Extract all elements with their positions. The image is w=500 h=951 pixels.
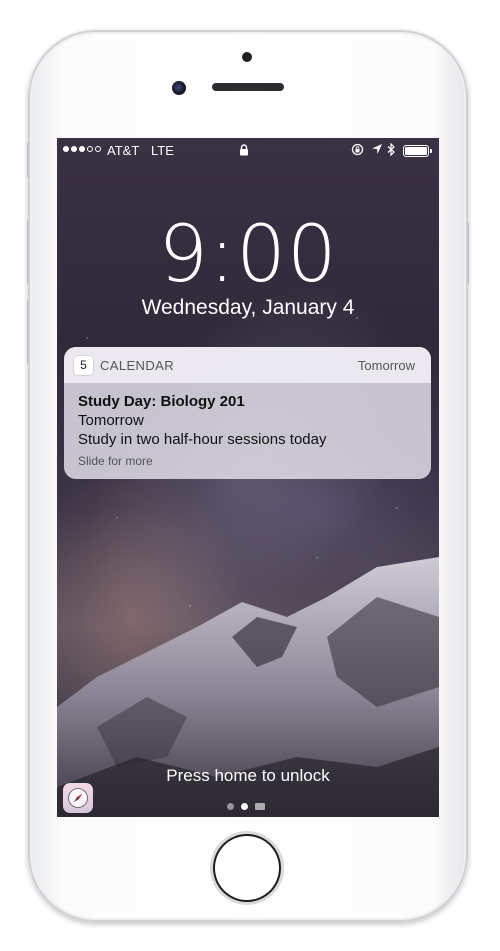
lock-screen: AT&T LTE 9:00 Wednesday, January 4 5 CAL… <box>57 138 439 817</box>
notification-line-2: Study in two half-hour sessions today <box>78 431 327 448</box>
notification-title: Study Day: Biology 201 <box>78 393 245 410</box>
unlock-hint: Press home to unlock <box>166 766 330 785</box>
battery-icon <box>403 145 432 157</box>
front-camera-icon <box>172 81 186 95</box>
status-bar: AT&T LTE <box>57 138 439 162</box>
rotation-lock-icon <box>351 143 364 156</box>
lock-clock: 9:00 <box>158 210 338 300</box>
notification-action-hint: Slide for more <box>78 454 153 468</box>
home-button[interactable] <box>213 834 281 902</box>
page-dot <box>227 803 234 810</box>
page-dot-active <box>241 803 248 810</box>
network-type: LTE <box>151 143 174 158</box>
lock-icon <box>240 144 248 156</box>
notification-line-1: Tomorrow <box>78 412 144 429</box>
notification-time: Tomorrow <box>357 358 415 373</box>
compass-icon[interactable] <box>63 783 93 813</box>
notification-body: Study Day: Biology 201 Tomorrow Study in… <box>64 383 431 476</box>
calendar-notification[interactable]: 5 CALENDAR Tomorrow Study Day: Biology 2… <box>64 347 431 479</box>
notification-header: 5 CALENDAR Tomorrow <box>64 347 431 383</box>
carrier-name: AT&T <box>107 143 140 158</box>
signal-dots-icon <box>63 146 101 152</box>
page-indicator[interactable] <box>227 803 265 810</box>
lock-date: Wednesday, January 4 <box>141 296 355 319</box>
proximity-sensor <box>242 52 252 62</box>
camera-icon[interactable] <box>255 803 265 810</box>
notification-app-name: CALENDAR <box>100 358 174 373</box>
earpiece-speaker <box>212 83 284 91</box>
location-arrow-icon <box>372 144 382 154</box>
calendar-app-icon: 5 <box>74 356 93 375</box>
bluetooth-icon <box>387 143 395 156</box>
